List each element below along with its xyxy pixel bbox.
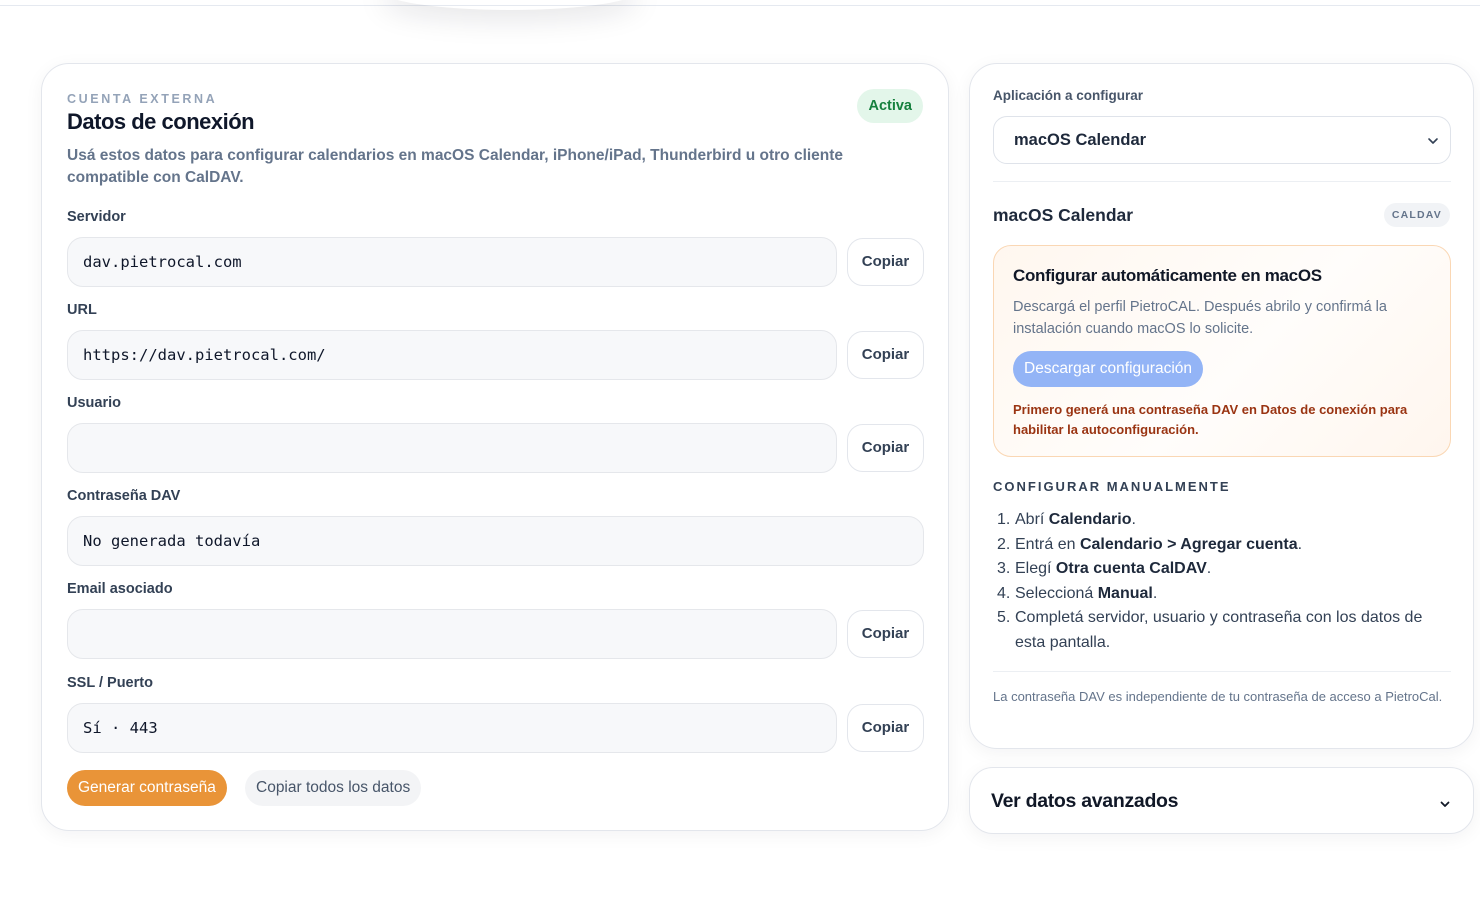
url-field[interactable]: https://dav.pietrocal.com/ bbox=[67, 330, 837, 380]
list-item: 1. Abrí Calendario. bbox=[997, 511, 1136, 528]
password-field[interactable]: No generada todavía bbox=[67, 516, 924, 566]
copy-ssl-button[interactable]: Copiar bbox=[847, 704, 924, 752]
password-note: La contraseña DAV es independiente de tu… bbox=[993, 689, 1443, 704]
list-item: 2. Entrá en Calendario > Agregar cuenta. bbox=[997, 535, 1303, 553]
copy-url-button[interactable]: Copiar bbox=[847, 331, 924, 379]
app-name: macOS Calendar bbox=[993, 205, 1134, 225]
top-divider bbox=[0, 0, 1480, 6]
copy-all-button[interactable]: Copiar todos los datos bbox=[245, 770, 422, 806]
copy-server-button[interactable]: Copiar bbox=[847, 238, 924, 286]
connection-eyebrow: CUENTA EXTERNA bbox=[67, 92, 218, 106]
app-select-label: Aplicación a configurar bbox=[993, 88, 1144, 103]
app-config-card: Aplicación a configurar macOS Calendar m… bbox=[969, 63, 1474, 749]
manual-config-title: CONFIGURAR MANUALMENTE bbox=[993, 479, 1231, 494]
auto-config-warning: Primero generá una contraseña DAV en Dat… bbox=[1013, 402, 1408, 437]
email-label: Email asociado bbox=[67, 581, 173, 597]
app-select[interactable]: macOS Calendar bbox=[993, 116, 1451, 164]
url-label: URL bbox=[67, 302, 97, 318]
app-select-value: macOS Calendar bbox=[1014, 131, 1147, 149]
list-item: 5. Completá servidor, usuario y contraseñ… bbox=[997, 609, 1423, 651]
server-label: Servidor bbox=[67, 209, 126, 225]
list-item: 4. Seleccioná Manual. bbox=[997, 584, 1158, 602]
ssl-field[interactable]: Sí · 443 bbox=[67, 703, 837, 753]
generate-password-button[interactable]: Generar contraseña bbox=[67, 770, 227, 806]
connection-card: CUENTA EXTERNA Datos de conexión Activa … bbox=[41, 63, 949, 831]
copy-email-button[interactable]: Copiar bbox=[847, 610, 924, 658]
download-config-button[interactable]: Descargar configuración bbox=[1013, 351, 1204, 387]
divider bbox=[993, 671, 1451, 672]
advanced-data-title: Ver datos avanzados bbox=[991, 790, 1179, 812]
protocol-badge: CALDAV bbox=[1383, 203, 1450, 227]
connection-description: Usá estos datos para configurar calendar… bbox=[67, 147, 844, 186]
ssl-label: SSL / Puerto bbox=[67, 675, 153, 691]
manual-steps: 1. Abrí Calendario. 2. Entrá en Calendario… bbox=[993, 508, 1453, 655]
chevron-down-icon bbox=[1428, 138, 1438, 144]
auto-config-title: Configurar automáticamente en macOS bbox=[1013, 266, 1322, 285]
list-item: 3. Elegí Otra cuenta CalDAV. bbox=[997, 560, 1212, 577]
password-label: Contraseña DAV bbox=[67, 488, 181, 504]
user-field[interactable] bbox=[67, 423, 837, 473]
email-field[interactable] bbox=[67, 609, 837, 659]
connection-title: Datos de conexión bbox=[67, 109, 255, 134]
user-label: Usuario bbox=[67, 395, 121, 411]
divider bbox=[993, 181, 1451, 182]
server-field[interactable]: dav.pietrocal.com bbox=[67, 237, 837, 287]
copy-user-button[interactable]: Copiar bbox=[847, 424, 924, 472]
status-badge: Activa bbox=[857, 89, 923, 123]
auto-config-description: Descargá el perfil PietroCAL. Después ab… bbox=[1013, 299, 1387, 337]
auto-config-box: Configurar automáticamente en macOS Desc… bbox=[993, 245, 1451, 457]
chevron-down-icon bbox=[1440, 801, 1450, 807]
advanced-data-toggle[interactable]: Ver datos avanzados bbox=[969, 767, 1474, 834]
